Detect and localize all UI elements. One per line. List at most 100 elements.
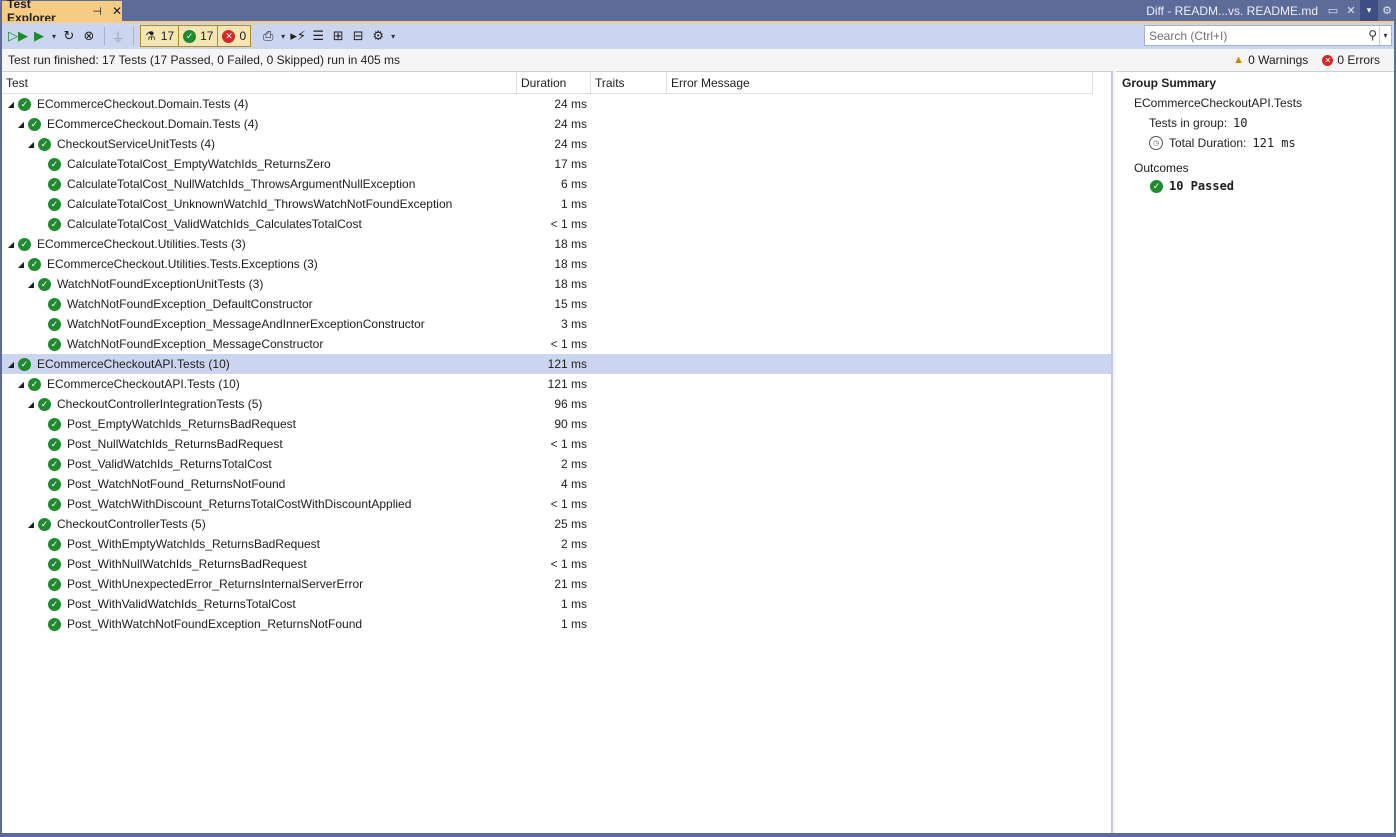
test-name-cell: ◢ ✓ ECommerceCheckout.Domain.Tests (4): [2, 117, 517, 131]
expand-arrow-icon[interactable]: ◢: [16, 120, 26, 129]
table-row[interactable]: ✓ Post_WatchWithDiscount_ReturnsTotalCost…: [2, 494, 1111, 514]
outcome-passed[interactable]: ✓ 10 Passed: [1150, 179, 1388, 193]
warnings-link[interactable]: 0 Warnings: [1248, 53, 1308, 67]
passed-icon: ✓: [48, 197, 61, 211]
total-tests-filter[interactable]: ⚗ 17: [141, 26, 180, 46]
table-row[interactable]: ✓ Post_WithWatchNotFoundException_Returns…: [2, 614, 1111, 634]
table-row[interactable]: ✓ Post_WithUnexpectedError_ReturnsInterna…: [2, 574, 1111, 594]
duration-cell: 18 ms: [554, 257, 587, 271]
search-dropdown-icon[interactable]: ▾: [1379, 26, 1391, 45]
search-icon[interactable]: ⚲: [1368, 28, 1377, 42]
test-label: CheckoutControllerTests (5): [57, 517, 206, 531]
playlist-icon[interactable]: ⎙: [259, 25, 277, 47]
column-test[interactable]: Test: [2, 72, 517, 93]
table-row[interactable]: ✓ WatchNotFoundException_DefaultConstruct…: [2, 294, 1111, 314]
test-label: CalculateTotalCost_EmptyWatchIds_Returns…: [67, 157, 331, 171]
total-duration: ◷ Total Duration: 121 ms: [1149, 135, 1388, 151]
table-row[interactable]: ✓ Post_WithNullWatchIds_ReturnsBadRequest…: [2, 554, 1111, 574]
expand-arrow-icon[interactable]: ◢: [16, 380, 26, 389]
close-icon[interactable]: ✕: [112, 4, 122, 18]
gear-icon[interactable]: ⚙: [1378, 4, 1396, 17]
total-duration-value: 121 ms: [1252, 136, 1296, 150]
table-row[interactable]: ✓ Post_EmptyWatchIds_ReturnsBadRequest 90 …: [2, 414, 1111, 434]
pin-icon[interactable]: ▭: [1324, 4, 1342, 17]
search-input[interactable]: Search (Ctrl+I): [1149, 29, 1227, 43]
repeat-last-run-icon[interactable]: ↻: [60, 25, 78, 47]
run-icon[interactable]: ▶: [30, 25, 48, 47]
playlist-dropdown-icon[interactable]: ▾: [279, 25, 287, 47]
table-row[interactable]: ◢ ✓ ECommerceCheckoutAPI.Tests (10) 121 ms: [2, 354, 1111, 374]
run-dropdown-icon[interactable]: ▾: [50, 25, 58, 47]
settings-icon[interactable]: ⚙: [369, 25, 387, 47]
failed-tests-filter[interactable]: ✕ 0: [218, 26, 251, 46]
run-after-build-icon[interactable]: ▸⚡: [289, 25, 307, 47]
duration-cell: 96 ms: [554, 397, 587, 411]
table-row[interactable]: ✓ Post_NullWatchIds_ReturnsBadRequest < 1 …: [2, 434, 1111, 454]
expand-arrow-icon[interactable]: ◢: [26, 400, 36, 409]
expand-arrow-icon[interactable]: ◢: [6, 360, 16, 369]
test-label: Post_WatchNotFound_ReturnsNotFound: [67, 477, 286, 491]
table-row[interactable]: ✓ CalculateTotalCost_NullWatchIds_ThrowsA…: [2, 174, 1111, 194]
table-row[interactable]: ✓ Post_WithEmptyWatchIds_ReturnsBadReques…: [2, 534, 1111, 554]
test-explorer-panel: ▷▶ ▶ ▾ ↻ ⊗ ⏚ ⚗ 17 ✓ 17 ✕ 0 ⎙ ▾ ▸⚡ ☰ ⊞ ⊟ …: [2, 21, 1394, 833]
test-label: Post_ValidWatchIds_ReturnsTotalCost: [67, 457, 272, 471]
table-row[interactable]: ◢ ✓ ECommerceCheckout.Domain.Tests (4) 24 m…: [2, 94, 1111, 114]
table-row[interactable]: ✓ Post_WatchNotFound_ReturnsNotFound 4 ms: [2, 474, 1111, 494]
table-row[interactable]: ✓ WatchNotFoundException_MessageAndInnerE…: [2, 314, 1111, 334]
test-label: Post_WithEmptyWatchIds_ReturnsBadRequest: [67, 537, 321, 551]
test-label: WatchNotFoundExceptionUnitTests (3): [57, 277, 264, 291]
run-all-icon[interactable]: ▷▶: [8, 25, 28, 47]
close-icon[interactable]: ✕: [1342, 4, 1360, 17]
expand-arrow-icon[interactable]: ◢: [6, 100, 16, 109]
test-label: ECommerceCheckout.Utilities.Tests.Except…: [47, 257, 318, 271]
clock-icon: ◷: [1149, 136, 1163, 150]
table-row[interactable]: ✓ CalculateTotalCost_UnknownWatchId_Throw…: [2, 194, 1111, 214]
duration-cell: 1 ms: [560, 617, 587, 631]
expand-all-icon[interactable]: ⊞: [329, 25, 347, 47]
filter-icon[interactable]: ⏚: [109, 25, 127, 47]
column-traits[interactable]: Traits: [591, 72, 667, 93]
test-label: Post_WatchWithDiscount_ReturnsTotalCostW…: [67, 497, 412, 511]
search-box[interactable]: Search (Ctrl+I) ⚲ ▾: [1144, 25, 1392, 46]
table-row[interactable]: ◢ ✓ WatchNotFoundExceptionUnitTests (3) 18 …: [2, 274, 1111, 294]
column-header: Test Duration Traits Error Message: [2, 72, 1093, 94]
expand-arrow-icon[interactable]: ◢: [26, 140, 36, 149]
passed-tests-filter[interactable]: ✓ 17: [179, 26, 219, 46]
passed-icon: ✓: [48, 437, 61, 451]
cancel-run-icon[interactable]: ⊗: [80, 25, 98, 47]
tab-dropdown-icon[interactable]: ▾: [1360, 0, 1378, 21]
table-row[interactable]: ✓ WatchNotFoundException_MessageConstruct…: [2, 334, 1111, 354]
table-row[interactable]: ✓ CalculateTotalCost_ValidWatchIds_Calcul…: [2, 214, 1111, 234]
collapse-all-icon[interactable]: ⊟: [349, 25, 367, 47]
table-row[interactable]: ✓ Post_ValidWatchIds_ReturnsTotalCost 2 ms: [2, 454, 1111, 474]
table-row[interactable]: ✓ CalculateTotalCost_EmptyWatchIds_Return…: [2, 154, 1111, 174]
outcomes-label: Outcomes: [1134, 161, 1189, 175]
tab-diff-readme[interactable]: Diff - READM...vs. README.md: [1140, 0, 1324, 21]
run-summary-text: Test run finished: 17 Tests (17 Passed, …: [8, 53, 400, 67]
duration-cell: 24 ms: [554, 117, 587, 131]
errors-link[interactable]: 0 Errors: [1337, 53, 1380, 67]
table-row[interactable]: ◢ ✓ CheckoutControllerTests (5) 25 ms: [2, 514, 1111, 534]
test-label: Post_NullWatchIds_ReturnsBadRequest: [67, 437, 283, 451]
table-row[interactable]: ◢ ✓ ECommerceCheckout.Domain.Tests (4) 24 m…: [2, 114, 1111, 134]
passed-icon: ✓: [48, 157, 61, 171]
table-row[interactable]: ✓ Post_WithValidWatchIds_ReturnsTotalCost…: [2, 594, 1111, 614]
duration-cell: 2 ms: [560, 537, 587, 551]
group-by-icon[interactable]: ☰: [309, 25, 327, 47]
test-label: CheckoutServiceUnitTests (4): [57, 137, 216, 151]
column-error-message[interactable]: Error Message: [667, 72, 1093, 93]
pin-icon[interactable]: ⊣: [92, 5, 102, 18]
table-row[interactable]: ◢ ✓ ECommerceCheckout.Utilities.Tests (3) 1…: [2, 234, 1111, 254]
expand-arrow-icon[interactable]: ◢: [6, 240, 16, 249]
settings-dropdown-icon[interactable]: ▾: [389, 25, 397, 47]
column-duration[interactable]: Duration: [517, 72, 591, 93]
table-row[interactable]: ◢ ✓ CheckoutServiceUnitTests (4) 24 ms: [2, 134, 1111, 154]
table-row[interactable]: ◢ ✓ CheckoutControllerIntegrationTests (5)…: [2, 394, 1111, 414]
duration-cell: < 1 ms: [550, 217, 587, 231]
expand-arrow-icon[interactable]: ◢: [26, 520, 36, 529]
expand-arrow-icon[interactable]: ◢: [26, 280, 36, 289]
expand-arrow-icon[interactable]: ◢: [16, 260, 26, 269]
table-row[interactable]: ◢ ✓ ECommerceCheckout.Utilities.Tests.Exce…: [2, 254, 1111, 274]
table-row[interactable]: ◢ ✓ ECommerceCheckoutAPI.Tests (10) 121 ms: [2, 374, 1111, 394]
tab-test-explorer[interactable]: Test Explorer ⊣ ✕: [2, 0, 122, 25]
